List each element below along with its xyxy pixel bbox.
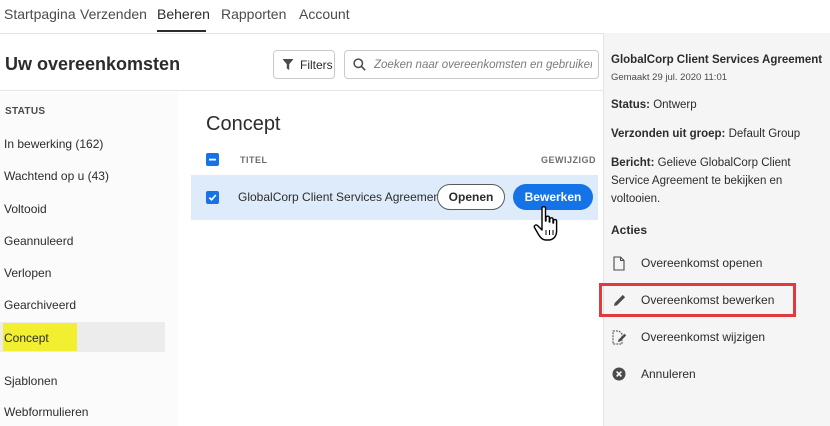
search-box[interactable] bbox=[344, 50, 599, 79]
sidebar-item-sjablonen[interactable]: Sjablonen bbox=[4, 374, 57, 388]
nav-tab-beheren[interactable]: Beheren bbox=[157, 6, 210, 22]
cancel-circle-icon bbox=[612, 367, 626, 381]
edit-document-icon bbox=[612, 330, 626, 344]
sidebar-item-geannuleerd[interactable]: Geannuleerd bbox=[4, 234, 73, 248]
sidebar-item-gearchiveerd[interactable]: Gearchiveerd bbox=[4, 298, 76, 312]
action-label: Overeenkomst wijzigen bbox=[641, 330, 766, 344]
nav-tab-account[interactable]: Account bbox=[299, 6, 350, 22]
sidebar-item-concept[interactable]: Concept bbox=[4, 331, 49, 345]
hand-pointer-icon bbox=[533, 206, 558, 241]
status-value: Ontwerp bbox=[653, 99, 697, 111]
message-key: Bericht: bbox=[611, 157, 655, 169]
status-sidebar: STATUS In bewerking (162) Wachtend op u … bbox=[0, 92, 178, 426]
minus-icon bbox=[209, 158, 216, 161]
status-heading: STATUS bbox=[5, 106, 46, 117]
group-key: Verzonden uit groep: bbox=[611, 128, 726, 140]
page-title: Uw overeenkomsten bbox=[5, 54, 181, 74]
action-modify-agreement[interactable]: Overeenkomst wijzigen bbox=[611, 326, 765, 348]
details-title: GlobalCorp Client Services Agreement bbox=[611, 54, 823, 66]
open-button[interactable]: Openen bbox=[437, 184, 505, 210]
action-cancel[interactable]: Annuleren bbox=[611, 363, 696, 385]
column-header-title[interactable]: TITEL bbox=[240, 155, 268, 165]
nav-tab-rapporten[interactable]: Rapporten bbox=[221, 6, 286, 22]
agreement-name: GlobalCorp Client Services Agreement bbox=[238, 190, 444, 204]
group-value: Default Group bbox=[728, 128, 801, 140]
document-icon bbox=[613, 255, 625, 271]
active-tab-underline bbox=[157, 30, 206, 32]
sidebar-item-wachtend-op-u[interactable]: Wachtend op u (43) bbox=[4, 169, 109, 183]
details-panel: GlobalCorp Client Services Agreement Gem… bbox=[599, 33, 830, 426]
details-status: Status: Ontwerp bbox=[611, 96, 829, 114]
search-icon bbox=[353, 58, 366, 71]
sidebar-item-in-bewerking[interactable]: In bewerking (162) bbox=[4, 137, 103, 151]
list-heading: Concept bbox=[206, 113, 281, 135]
search-input[interactable] bbox=[372, 57, 594, 72]
annotation-highlight-box bbox=[599, 283, 796, 317]
checkmark-icon bbox=[208, 194, 217, 202]
column-header-modified[interactable]: GEWIJZIGD bbox=[541, 155, 596, 165]
filters-label: Filters bbox=[300, 57, 333, 72]
action-label: Overeenkomst openen bbox=[641, 256, 763, 270]
filters-button[interactable]: Filters bbox=[273, 50, 335, 79]
details-message: Bericht: Gelieve GlobalCorp Client Servi… bbox=[611, 154, 829, 208]
action-open-agreement[interactable]: Overeenkomst openen bbox=[611, 252, 762, 274]
actions-heading: Acties bbox=[611, 223, 648, 237]
status-key: Status: bbox=[611, 99, 650, 111]
action-label: Annuleren bbox=[641, 367, 696, 381]
sidebar-item-voltooid[interactable]: Voltooid bbox=[4, 202, 47, 216]
sidebar-item-webformulieren[interactable]: Webformulieren bbox=[4, 405, 88, 419]
nav-tab-startpagina[interactable]: Startpagina bbox=[4, 6, 76, 22]
sidebar-item-verlopen[interactable]: Verlopen bbox=[4, 266, 51, 280]
select-all-checkbox[interactable] bbox=[206, 153, 219, 166]
agreements-list: Concept TITEL GEWIJZIGD GlobalCorp Clien… bbox=[178, 92, 603, 426]
nav-tab-verzenden[interactable]: Verzenden bbox=[80, 6, 147, 22]
row-checkbox[interactable] bbox=[206, 191, 219, 204]
filter-icon bbox=[282, 59, 294, 70]
agreements-header: Uw overeenkomsten Filters bbox=[0, 33, 603, 91]
details-created-date: Gemaakt 29 jul. 2020 11:01 bbox=[611, 72, 728, 83]
top-navigation: Startpagina Verzenden Beheren Rapporten … bbox=[0, 0, 830, 33]
details-sender-group: Verzonden uit groep: Default Group bbox=[611, 125, 829, 143]
